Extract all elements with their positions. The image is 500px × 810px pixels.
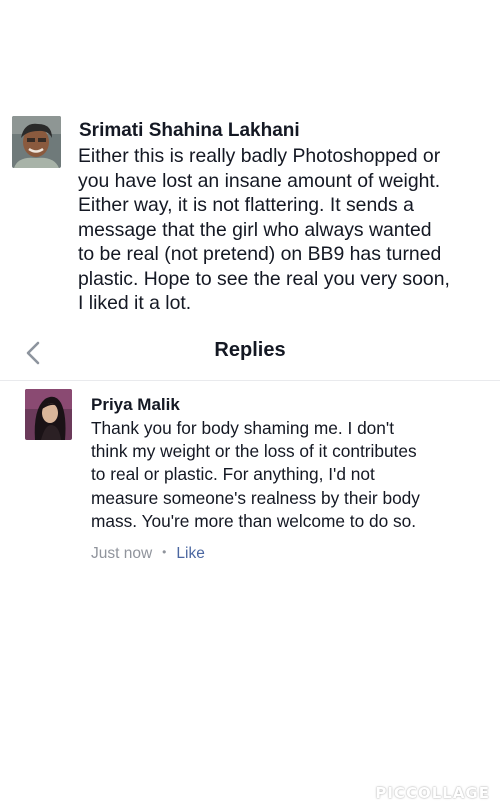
comment-text-line: Either this is really badly Photoshopped… [78, 145, 441, 167]
comment-text: Either this is really badly Photoshopped… [78, 144, 498, 316]
replies-header: Replies [0, 328, 500, 381]
comment-text-line: plastic. Hope to see the real you very s… [78, 267, 450, 290]
piccollage-watermark: PICCOLLAGE [375, 784, 490, 802]
reply-text-line: mass. You're more than welcome to do so. [91, 510, 417, 531]
comment-author-name[interactable]: Srimati Shahina Lakhani [79, 120, 300, 142]
reply-text-line: measure someone's realness by their body [91, 487, 420, 508]
reply-timestamp: Just now [91, 545, 153, 562]
reply-text: Thank you for body shaming me. I don't t… [91, 417, 496, 533]
reply-text-line: Thank you for body shaming me. I don't [91, 418, 395, 438]
meta-separator: • [162, 545, 167, 559]
avatar-photo-icon [25, 389, 72, 440]
avatar[interactable] [25, 389, 72, 440]
reply-text-line: to real or plastic. For anything, I'd no… [91, 464, 375, 485]
like-button[interactable]: Like [176, 545, 204, 562]
comment-text-line: Either way, it is not flattering. It sen… [78, 194, 414, 216]
replies-title: Replies [214, 339, 286, 361]
reply-text-line: think my weight or the loss of it contri… [91, 441, 417, 462]
comment-text-line: you have lost an insane amount of weight… [78, 169, 441, 192]
comment-text-line: I liked it a lot. [78, 292, 192, 314]
reply-meta: Just now • Like [91, 545, 205, 563]
comment-text-line: to be real (not pretend) on BB9 has turn… [78, 243, 442, 265]
avatar-photo-icon [12, 116, 61, 168]
avatar[interactable] [12, 116, 61, 168]
reply-author-name[interactable]: Priya Malik [91, 395, 180, 415]
reply-comment: Priya Malik Thank you for body shaming m… [0, 381, 500, 611]
comment-text-line: message that the girl who always wanted [78, 218, 432, 241]
parent-comment: Srimati Shahina Lakhani Either this is r… [0, 0, 500, 330]
